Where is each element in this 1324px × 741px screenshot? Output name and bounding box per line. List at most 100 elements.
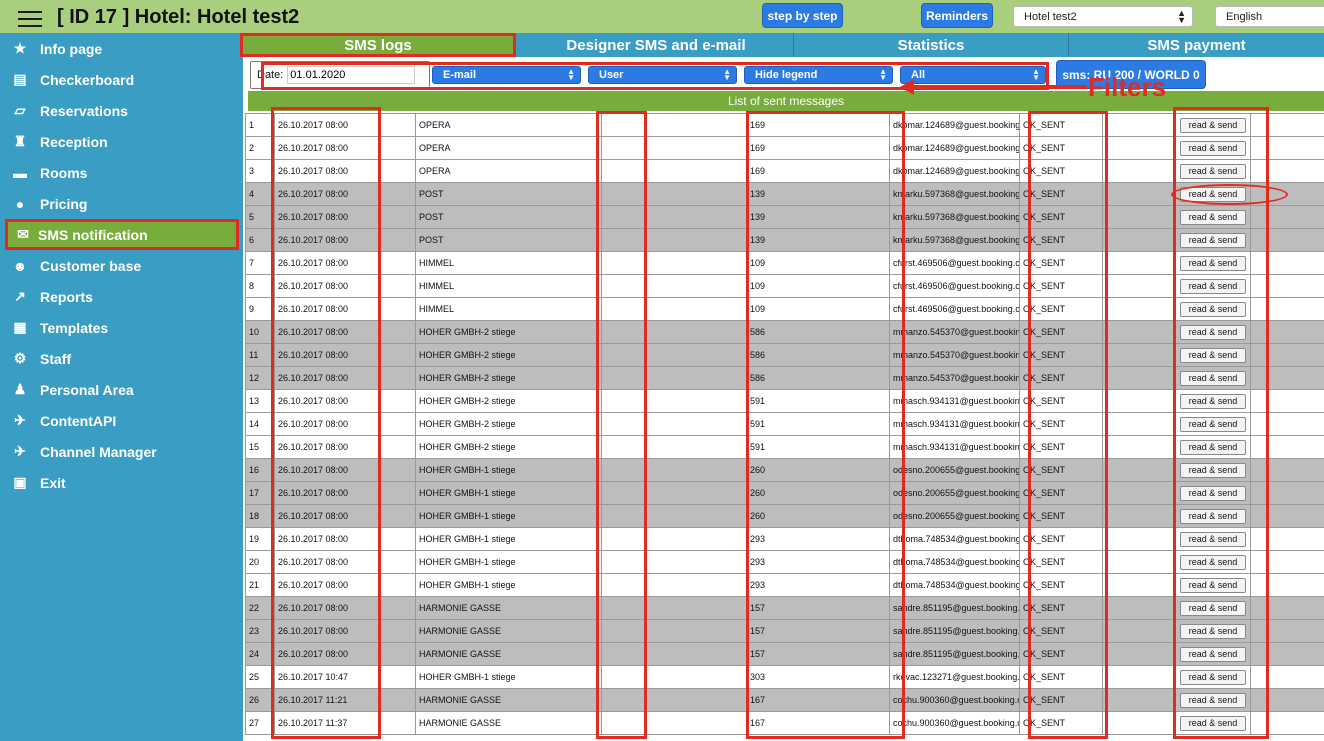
read-send-button[interactable]: read & send: [1180, 439, 1246, 455]
trailing-cell: [1250, 412, 1324, 436]
tab-designer-sms-email[interactable]: Designer SMS and e-mail: [519, 33, 794, 57]
user-select-value: User: [599, 69, 624, 81]
read-send-button[interactable]: read & send: [1180, 692, 1246, 708]
sidebar-item-exit[interactable]: ▣ Exit: [0, 467, 243, 498]
sidebar-item-customer-base[interactable]: ☻ Customer base: [0, 250, 243, 281]
sidebar-item-contentapi[interactable]: ✈ ContentAPI: [0, 405, 243, 436]
number-cell: 591: [746, 412, 890, 436]
date-cell: 26.10.2017 08:00: [274, 113, 416, 137]
email-cell: dkomar.124689@guest.booking.com: [889, 113, 1020, 137]
language-select[interactable]: English: [1215, 6, 1324, 27]
status-select[interactable]: All ▲ ▼: [900, 66, 1046, 84]
read-send-button[interactable]: read & send: [1180, 485, 1246, 501]
money-bag-icon: ●: [15, 195, 25, 212]
read-send-button[interactable]: read & send: [1180, 347, 1246, 363]
date-filter: Date:: [250, 61, 430, 89]
sidebar-item-templates[interactable]: ▦ Templates: [0, 312, 243, 343]
status-cell: OK_SENT: [1019, 642, 1103, 666]
date-input[interactable]: [287, 66, 416, 84]
table-row: 7 26.10.2017 08:00 HIMMEL 109 cfurst.469506@…: [245, 251, 1324, 275]
read-send-button[interactable]: read & send: [1180, 393, 1246, 409]
read-send-button[interactable]: read & send: [1180, 531, 1246, 547]
date-cell: 26.10.2017 08:00: [274, 642, 416, 666]
number-cell: 591: [746, 435, 890, 459]
sidebar-item-checkerboard[interactable]: ▤ Checkerboard: [0, 64, 243, 95]
gap-cell: [601, 688, 747, 712]
read-send-button[interactable]: read & send: [1180, 324, 1246, 340]
sidebar-item-info-page[interactable]: ★ Info page: [0, 33, 243, 64]
person-icon: ♟: [13, 381, 27, 397]
number-cell: 586: [746, 343, 890, 367]
read-send-button[interactable]: read & send: [1180, 715, 1246, 731]
read-send-button[interactable]: read & send: [1180, 232, 1246, 248]
sidebar-item-personal-area[interactable]: ♟ Personal Area: [0, 374, 243, 405]
row-number-cell: 23: [245, 619, 275, 643]
read-send-button[interactable]: read & send: [1180, 416, 1246, 432]
read-send-button[interactable]: read & send: [1180, 623, 1246, 639]
email-cell: cochu.900360@guest.booking.com: [889, 711, 1020, 735]
hamburger-menu-icon[interactable]: [18, 11, 42, 27]
sidebar-item-label: Checkerboard: [40, 71, 135, 88]
row-number-cell: 27: [245, 711, 275, 735]
sidebar-item-reservations[interactable]: ▱ Reservations: [0, 95, 243, 126]
read-send-button[interactable]: read & send: [1180, 255, 1246, 271]
legend-select[interactable]: Hide legend ▲ ▼: [744, 66, 893, 84]
read-send-button[interactable]: read & send: [1180, 370, 1246, 386]
email-cell: sandre.851195@guest.booking.com: [889, 619, 1020, 643]
action-cell: read & send: [1175, 665, 1251, 689]
sidebar-item-reports[interactable]: ↗ Reports: [0, 281, 243, 312]
tab-sms-payment[interactable]: SMS payment: [1069, 33, 1324, 57]
read-send-button[interactable]: read & send: [1180, 508, 1246, 524]
date-cell: 26.10.2017 08:00: [274, 297, 416, 321]
message-type-select[interactable]: E-mail ▲ ▼: [432, 66, 581, 84]
read-send-button[interactable]: read & send: [1180, 646, 1246, 662]
read-send-button[interactable]: read & send: [1180, 669, 1246, 685]
number-cell: 293: [746, 527, 890, 551]
reminders-button[interactable]: Reminders: [921, 3, 993, 28]
row-number-cell: 18: [245, 504, 275, 528]
email-cell: cfurst.469506@guest.booking.com: [889, 297, 1020, 321]
row-number-cell: 2: [245, 136, 275, 160]
read-send-button[interactable]: read & send: [1180, 554, 1246, 570]
trailing-cell: [1250, 504, 1324, 528]
read-send-button[interactable]: read & send: [1180, 117, 1246, 133]
user-select[interactable]: User ▲ ▼: [588, 66, 737, 84]
sidebar-item-sms-notification[interactable]: ✉ SMS notification: [5, 219, 239, 250]
read-send-button[interactable]: read & send: [1180, 600, 1246, 616]
row-number-cell: 17: [245, 481, 275, 505]
sidebar-item-staff[interactable]: ⚙ Staff: [0, 343, 243, 374]
read-send-button[interactable]: read & send: [1180, 577, 1246, 593]
name-cell: HOHER GMBH-2 stiege: [415, 366, 602, 390]
read-send-button[interactable]: read & send: [1180, 186, 1246, 202]
name-cell: HIMMEL: [415, 251, 602, 275]
sidebar-item-pricing[interactable]: ● Pricing: [0, 188, 243, 219]
status-cell: OK_SENT: [1019, 619, 1103, 643]
hotel-select[interactable]: Hotel test2 ▲ ▼: [1013, 6, 1193, 27]
action-cell: read & send: [1175, 228, 1251, 252]
read-send-button[interactable]: read & send: [1180, 209, 1246, 225]
read-send-button[interactable]: read & send: [1180, 140, 1246, 156]
sidebar-item-rooms[interactable]: ▬ Rooms: [0, 157, 243, 188]
sidebar-item-reception[interactable]: ♜ Reception: [0, 126, 243, 157]
name-cell: HOHER GMBH-1 stiege: [415, 550, 602, 574]
step-by-step-button[interactable]: step by step: [762, 3, 843, 28]
read-send-button[interactable]: read & send: [1180, 301, 1246, 317]
table-row: 17 26.10.2017 08:00 HOHER GMBH-1 stiege 260…: [245, 481, 1324, 505]
read-send-button[interactable]: read & send: [1180, 163, 1246, 179]
action-cell: read & send: [1175, 573, 1251, 597]
read-send-button[interactable]: read & send: [1180, 462, 1246, 478]
status-cell: OK_SENT: [1019, 435, 1103, 459]
channel-icon: ✈: [14, 443, 26, 459]
sidebar-item-channel-manager[interactable]: ✈ Channel Manager: [0, 436, 243, 467]
row-number-cell: 25: [245, 665, 275, 689]
email-cell: odesno.200655@guest.booking.com: [889, 458, 1020, 482]
tab-statistics[interactable]: Statistics: [794, 33, 1069, 57]
tab-sms-logs[interactable]: SMS logs: [240, 33, 516, 57]
read-send-button[interactable]: read & send: [1180, 278, 1246, 294]
messages-table-body: 1 26.10.2017 08:00 OPERA 169 dkomar.124689@g…: [245, 113, 1324, 735]
chart-icon: ↗: [14, 288, 26, 304]
date-cell: 26.10.2017 08:00: [274, 619, 416, 643]
sidebar-item-label: Personal Area: [40, 381, 134, 398]
email-cell: mmasch.934131@guest.booking.com: [889, 389, 1020, 413]
trailing-cell: [1250, 711, 1324, 735]
